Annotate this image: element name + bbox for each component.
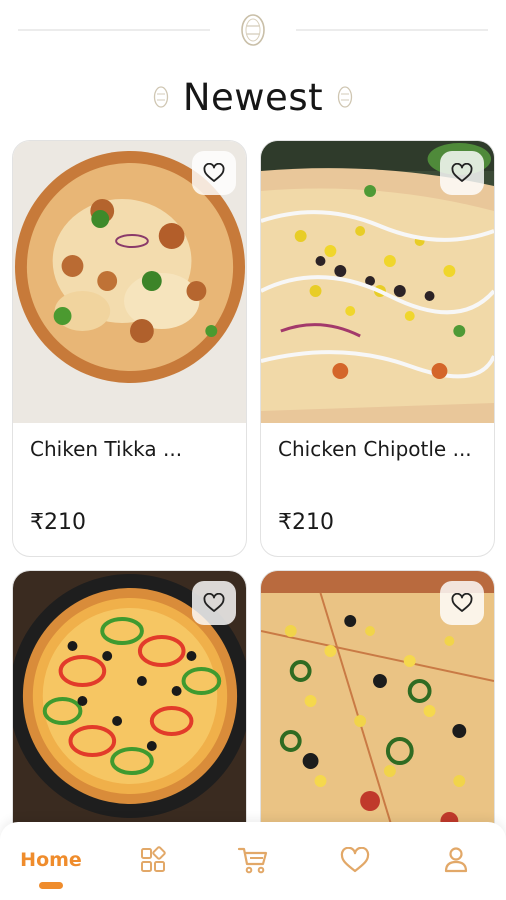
heading-ornament-right-icon [337, 86, 353, 108]
bottom-nav: Home [0, 822, 506, 900]
nav-profile[interactable] [440, 844, 472, 876]
product-name: Chiken Tikka ... [30, 437, 183, 461]
divider-line-left [18, 29, 210, 31]
nav-favorites[interactable] [338, 844, 372, 876]
favorite-button[interactable] [192, 581, 236, 625]
product-price: ₹210 [278, 510, 334, 535]
heart-outline-icon [451, 163, 473, 182]
brand-emblem-icon [241, 14, 265, 46]
nav-home-label: Home [20, 849, 82, 871]
active-tab-indicator [39, 882, 63, 889]
product-card[interactable]: Chicken Chipotle ... ₹210 [260, 140, 495, 557]
heart-outline-icon [451, 593, 473, 612]
favorite-button[interactable] [440, 581, 484, 625]
product-card[interactable]: Chiken Tikka ... ₹210 [12, 140, 247, 557]
nav-home[interactable]: Home [20, 844, 82, 876]
page-title: Newest [182, 75, 324, 119]
heart-outline-icon [203, 163, 225, 182]
product-price: ₹210 [30, 510, 86, 535]
section-heading: Newest [0, 70, 506, 124]
top-divider [0, 0, 506, 60]
favorite-button[interactable] [192, 151, 236, 195]
nav-categories[interactable] [137, 844, 169, 876]
cart-icon [237, 847, 268, 874]
heart-icon [340, 846, 370, 872]
divider-line-right [296, 29, 488, 31]
profile-icon [444, 847, 468, 873]
categories-icon [141, 846, 166, 872]
heart-outline-icon [203, 593, 225, 612]
product-name: Chicken Chipotle ... [278, 437, 472, 461]
nav-cart[interactable] [236, 844, 270, 876]
heading-ornament-left-icon [153, 86, 169, 108]
favorite-button[interactable] [440, 151, 484, 195]
